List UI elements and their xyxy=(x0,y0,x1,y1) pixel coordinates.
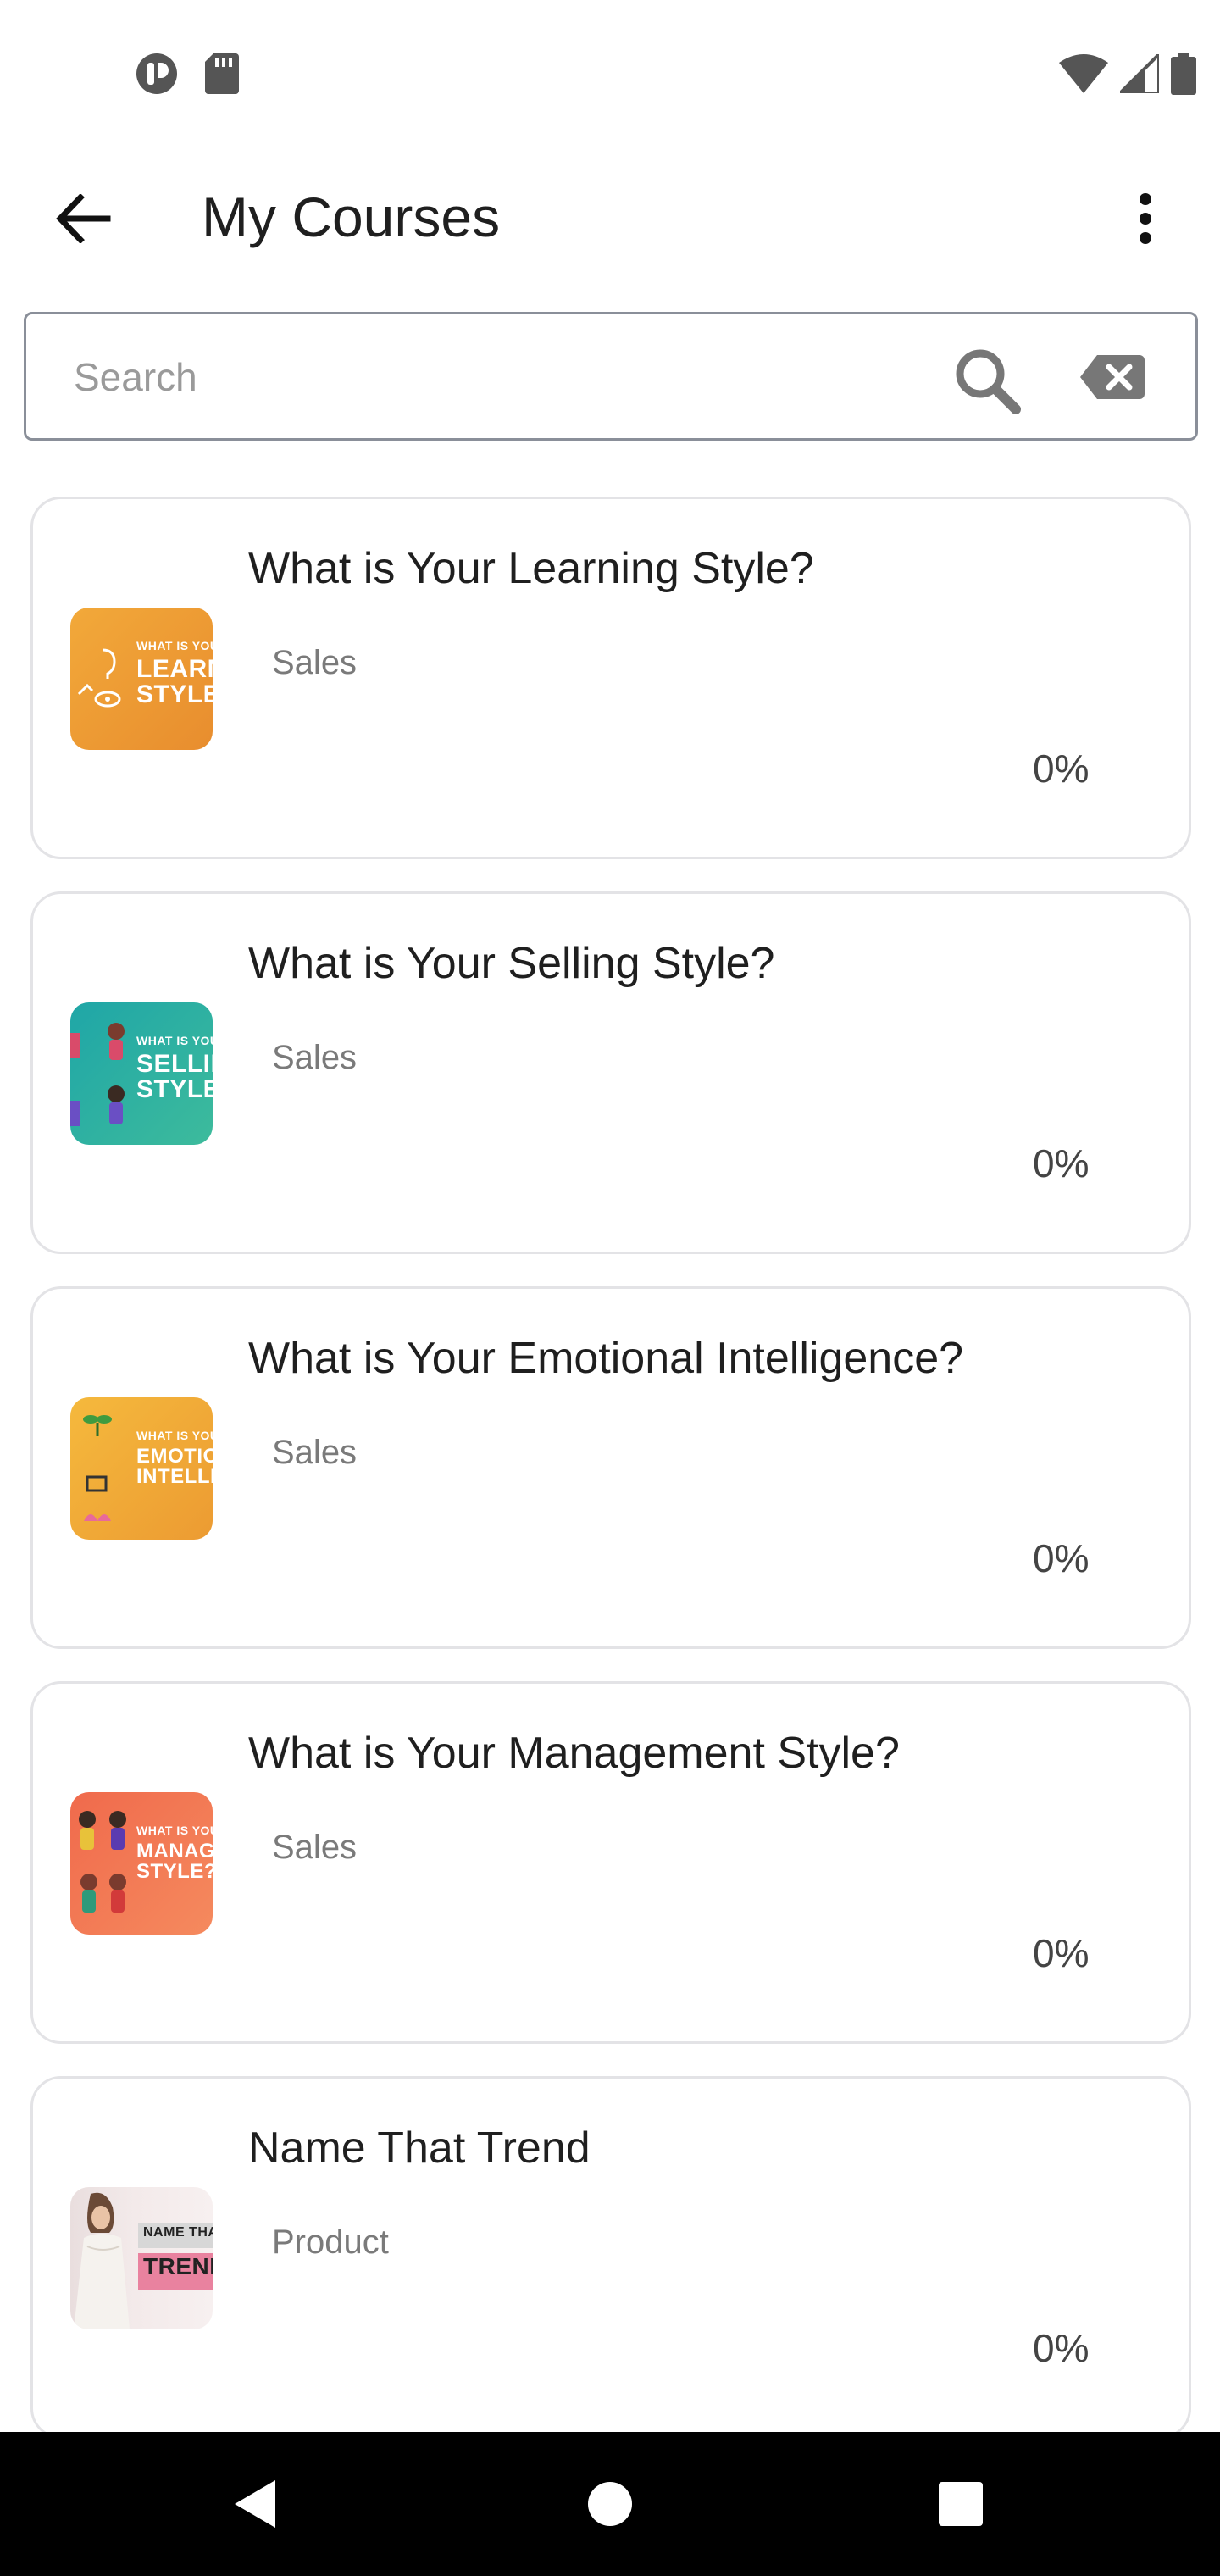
course-title: What is Your Learning Style? xyxy=(248,544,814,593)
sd-card-icon xyxy=(205,53,239,94)
thumbnail-caption: WHAT IS YOU EMOTIONA INTELLIGENC xyxy=(136,1429,213,1488)
learning-style-art-icon xyxy=(77,648,121,708)
course-card[interactable]: WHAT IS YOU EMOTIONA INTELLIGENC What is… xyxy=(30,1286,1191,1649)
nav-back-icon xyxy=(235,2480,275,2528)
course-title: Name That Trend xyxy=(248,2124,591,2173)
battery-icon xyxy=(1171,53,1196,95)
course-progress: 0% xyxy=(1033,1536,1090,1580)
selling-style-art-icon xyxy=(70,1023,125,1126)
app-bar: My Courses xyxy=(0,144,1220,288)
course-card[interactable]: WHAT IS YOU LEARNIN STYLE? What is Your … xyxy=(30,497,1191,859)
search-input[interactable] xyxy=(74,345,836,409)
status-right xyxy=(1059,53,1196,95)
navigation-bar xyxy=(0,2432,1220,2576)
more-vert-icon xyxy=(1140,193,1151,244)
status-left xyxy=(136,53,239,95)
search-button[interactable] xyxy=(953,347,1021,414)
course-category: Sales xyxy=(272,1434,358,1471)
search-icon xyxy=(956,349,1021,414)
search-box xyxy=(24,312,1198,441)
thumbnail-caption: WHAT IS YOU SELLIN STYLE? xyxy=(136,1034,213,1103)
course-card[interactable]: NAME THAT TREND Name That Trend Product … xyxy=(30,2076,1191,2439)
app-notification-icon xyxy=(136,53,177,94)
course-progress: 0% xyxy=(1033,1141,1090,1185)
course-progress: 0% xyxy=(1033,1931,1090,1975)
cell-signal-icon xyxy=(1120,54,1159,93)
course-thumbnail: WHAT IS YOU LEARNIN STYLE? xyxy=(70,608,213,750)
course-thumbnail: NAME THAT TREND xyxy=(70,2187,213,2329)
model-photo-icon xyxy=(74,2192,130,2329)
emotional-intelligence-art-icon xyxy=(83,1415,112,1521)
wifi-icon xyxy=(1059,54,1108,93)
thumbnail-caption: NAME THAT TREND xyxy=(143,2225,213,2279)
nav-recents-icon xyxy=(939,2482,983,2526)
nav-back-button[interactable] xyxy=(217,2466,293,2542)
course-card[interactable]: WHAT IS YOU MANAGEME STYLE? What is Your… xyxy=(30,1681,1191,2044)
course-thumbnail: WHAT IS YOU SELLIN STYLE? xyxy=(70,1002,213,1145)
nav-home-button[interactable] xyxy=(572,2466,648,2542)
page-title: My Courses xyxy=(202,186,501,248)
course-card[interactable]: WHAT IS YOU SELLIN STYLE? What is Your S… xyxy=(30,891,1191,1254)
course-title: What is Your Management Style? xyxy=(248,1729,900,1778)
status-bar xyxy=(0,0,1220,144)
course-category: Sales xyxy=(272,644,358,681)
back-button[interactable] xyxy=(42,178,124,259)
course-category: Sales xyxy=(272,1829,358,1866)
course-thumbnail: WHAT IS YOU EMOTIONA INTELLIGENC xyxy=(70,1397,213,1540)
more-options-button[interactable] xyxy=(1105,178,1186,259)
clear-search-button[interactable] xyxy=(1079,353,1146,401)
backspace-clear-icon xyxy=(1080,355,1145,399)
thumbnail-caption: WHAT IS YOU LEARNIN STYLE? xyxy=(136,639,213,708)
thumbnail-caption: WHAT IS YOU MANAGEME STYLE? xyxy=(136,1824,213,1883)
nav-recents-button[interactable] xyxy=(923,2466,999,2542)
course-category: Product xyxy=(272,2223,389,2261)
course-progress: 0% xyxy=(1033,2326,1090,2370)
course-title: What is Your Emotional Intelligence? xyxy=(248,1334,964,1383)
nav-home-icon xyxy=(588,2482,632,2526)
course-title: What is Your Selling Style? xyxy=(248,939,775,988)
course-category: Sales xyxy=(272,1039,358,1076)
course-progress: 0% xyxy=(1033,747,1090,791)
course-list: WHAT IS YOU LEARNIN STYLE? What is Your … xyxy=(30,497,1191,2471)
course-thumbnail: WHAT IS YOU MANAGEME STYLE? xyxy=(70,1792,213,1935)
arrow-left-icon xyxy=(56,194,111,243)
management-style-art-icon xyxy=(79,1811,126,1913)
